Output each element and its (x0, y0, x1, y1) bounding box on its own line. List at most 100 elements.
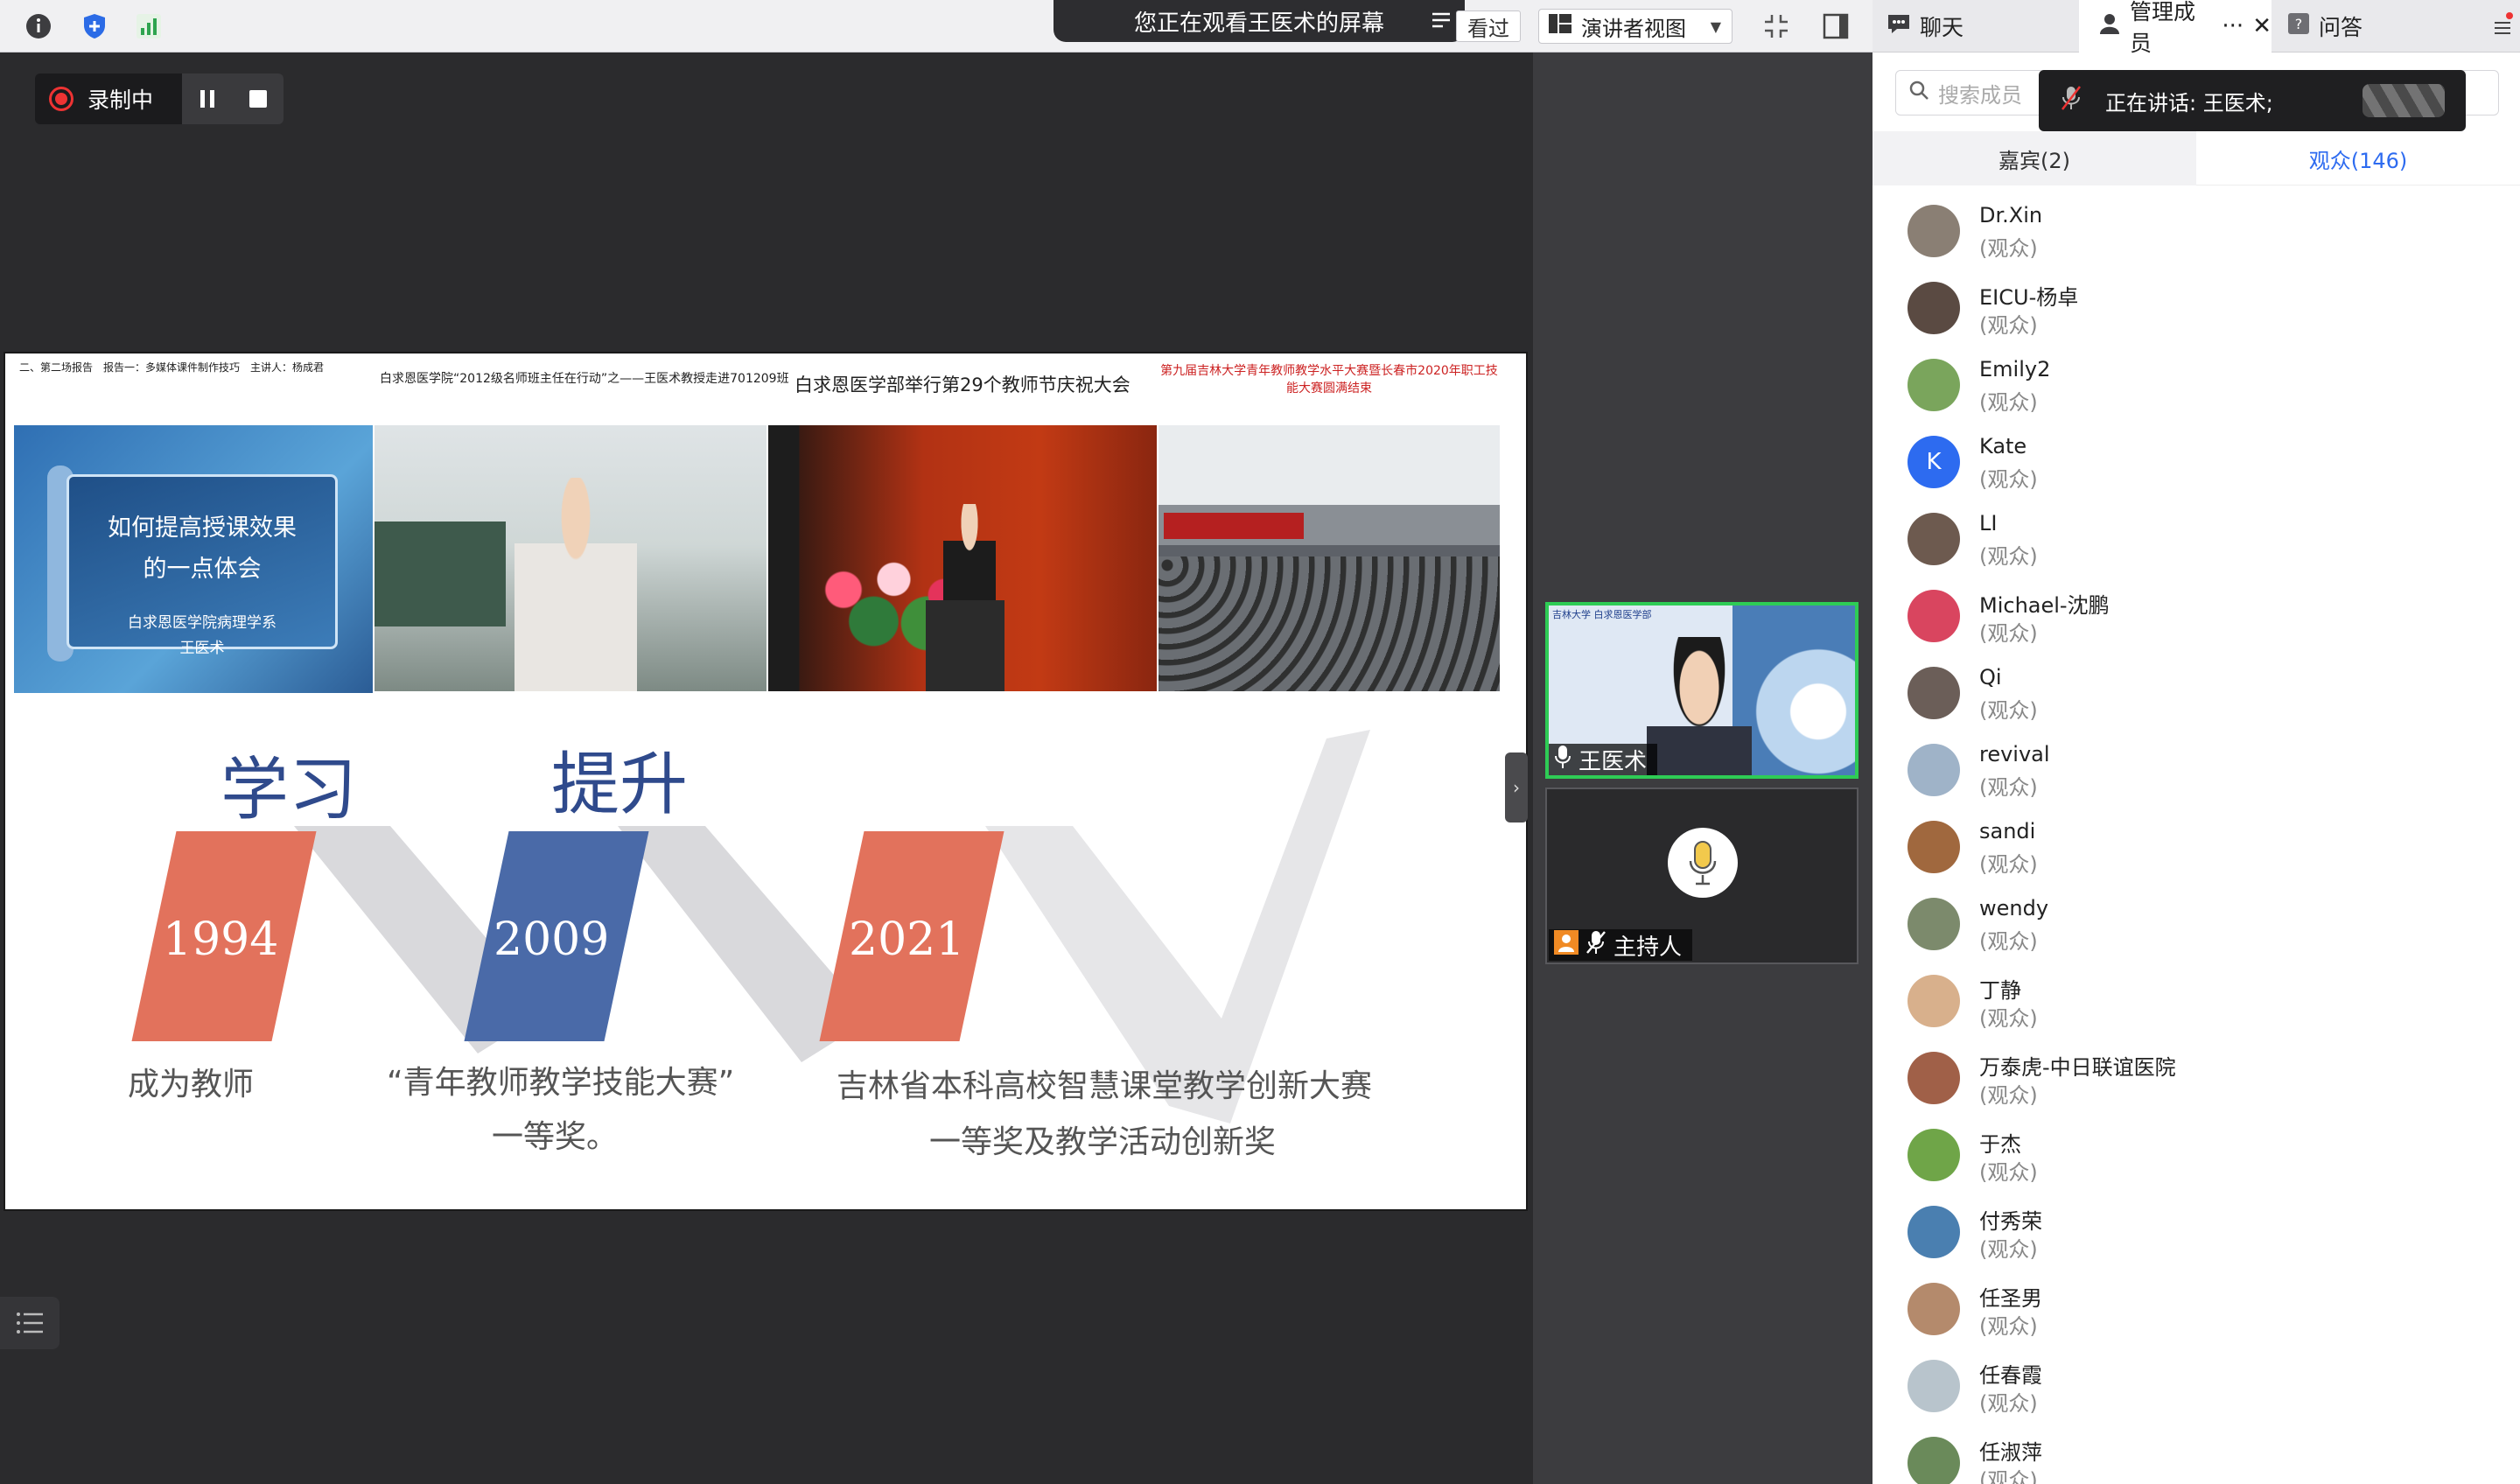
speaker-video-tile[interactable]: 吉林大学 白求恩医学部 王医术 (1545, 602, 1858, 779)
photo1-line-4: 王医术 (179, 640, 225, 657)
tab-manage-members[interactable]: 管理成员 ··· ✕ (2079, 0, 2272, 56)
sidebar-toggle-icon[interactable] (1820, 10, 1852, 42)
member-name: 丁静 (1979, 978, 2021, 1003)
member-role: (观众) (1979, 1468, 2038, 1484)
mic-on-icon (1554, 745, 1572, 775)
speaker-name-tag: 王医术 (1549, 744, 1658, 775)
member-name: 任淑萍 (1979, 1440, 2042, 1465)
member-name: 付秀荣 (1979, 1209, 2042, 1234)
lecture-title-photo: 如何提高授课效果 的一点体会 白求恩医学院病理学系 王医术 (14, 425, 373, 693)
slide-caption-2: 白求恩医学院“2012级名师班主任在行动”之——王医术教授走进701209班 (380, 372, 789, 386)
podium (926, 600, 1004, 691)
member-row[interactable]: LI (观众) (1872, 504, 2520, 581)
member-name: 于杰 (1979, 1132, 2021, 1157)
avatar: K (1908, 436, 1960, 488)
member-row[interactable]: 任淑萍 (观众) (1872, 1428, 2520, 1484)
speaker-figure (943, 504, 996, 609)
more-icon[interactable]: ··· (2222, 13, 2244, 39)
milestone-desc-2021-line2: 一等奖及教学活动创新奖 (929, 1124, 1277, 1160)
member-role: (观众) (1979, 236, 2038, 261)
host-name: 主持人 (1614, 934, 1683, 961)
milestone-year-1994: 1994 (163, 914, 279, 966)
photo1-line-3: 白求恩医学院病理学系 (128, 614, 276, 632)
contest-hall-photo (1158, 425, 1500, 691)
member-role: (观众) (1979, 313, 2038, 338)
tab-chat[interactable]: 聊天 (1886, 0, 1964, 52)
member-row[interactable]: revival (观众) (1872, 735, 2520, 812)
speaking-text: 正在讲话: 王医术; (2105, 90, 2273, 116)
member-role: (观众) (1979, 1314, 2038, 1339)
member-row[interactable]: 任圣男 (观众) (1872, 1274, 2520, 1351)
speaking-toast: 正在讲话: 王医术; (2039, 70, 2466, 131)
member-row[interactable]: 于杰 (观众) (1872, 1120, 2520, 1197)
signal-bars-icon[interactable] (133, 10, 164, 42)
tab-guests[interactable]: 嘉宾(2) (1872, 131, 2196, 186)
stop-recording-button[interactable] (233, 74, 284, 124)
mic-muted-icon (1586, 930, 1606, 961)
banner-text: 您正在观看王医术的屏幕 (1133, 10, 1384, 37)
member-name: Kate (1979, 434, 2027, 458)
tab-qa[interactable]: ? 问答 (2287, 0, 2362, 52)
classroom-photo (374, 425, 766, 691)
member-name: 任圣男 (1979, 1286, 2042, 1311)
member-row[interactable]: 丁静 (观众) (1872, 966, 2520, 1043)
list-menu-button[interactable] (0, 1297, 60, 1349)
member-row[interactable]: 万泰虎-中日联谊医院 (观众) (1872, 1043, 2520, 1120)
member-row[interactable]: 付秀荣 (观众) (1872, 1197, 2520, 1274)
heading-learn: 学习 (220, 751, 358, 830)
member-row[interactable]: wendy (观众) (1872, 889, 2520, 966)
member-row[interactable]: K Kate (观众) (1872, 427, 2520, 504)
member-row[interactable]: 任春霞 (观众) (1872, 1351, 2520, 1428)
member-name: Emily2 (1979, 357, 2051, 382)
host-video-tile[interactable]: 主持人 (1545, 788, 1858, 964)
audio-only-icon (1668, 828, 1738, 898)
search-icon (1908, 80, 1929, 106)
view-mode-label: 演讲者视图 (1581, 16, 1686, 41)
member-row[interactable]: Dr.Xin (观众) (1872, 196, 2520, 273)
avatar (1908, 821, 1960, 873)
member-role: (观众) (1979, 775, 2038, 800)
member-row[interactable]: Qi (观众) (1872, 658, 2520, 735)
viewed-chip[interactable]: 看过 (1456, 10, 1521, 42)
member-role: (观众) (1979, 929, 2038, 954)
close-icon[interactable]: ✕ (2252, 13, 2272, 39)
screen-share-banner: 您正在观看王医术的屏幕 (1054, 0, 1465, 42)
member-role: (观众) (1979, 621, 2038, 646)
avatar (1908, 1283, 1960, 1335)
tab-chat-label: 聊天 (1920, 15, 1964, 40)
tab-audience[interactable]: 观众(146) (2196, 131, 2520, 186)
member-role: (观众) (1979, 698, 2038, 723)
info-icon[interactable] (23, 10, 54, 42)
teacher-figure (514, 478, 637, 691)
member-row[interactable]: EICU-杨卓 (观众) (1872, 273, 2520, 350)
member-list[interactable]: Dr.Xin (观众) EICU-杨卓 (观众) Emily2 (观众) K Kate (观众)… (1872, 196, 2520, 1484)
avatar (1908, 205, 1960, 257)
avatar (1908, 1437, 1960, 1484)
menu-icon[interactable] (1430, 9, 1452, 38)
view-mode-select[interactable]: 演讲者视图 ▼ (1538, 9, 1732, 44)
member-name: sandi (1979, 819, 2036, 844)
member-role: (观众) (1979, 544, 2038, 569)
chevron-down-icon: ▼ (1710, 18, 1721, 35)
speaker-tile-header: 吉林大学 白求恩医学部 (1552, 609, 1652, 620)
panel-menu-icon[interactable] (2492, 12, 2513, 42)
member-row[interactable]: Michael-沈鹏 (观众) (1872, 581, 2520, 658)
member-row[interactable]: Emily2 (观众) (1872, 350, 2520, 427)
speaker-name: 王医术 (1578, 748, 1648, 775)
pause-recording-button[interactable] (182, 74, 233, 124)
collapse-video-handle[interactable]: › (1505, 752, 1528, 822)
shared-screen-slide: 二、第二场报告 报告一：多媒体课件制作技巧 主讲人：杨成君 白求恩医学院“201… (5, 354, 1526, 1209)
member-name: 万泰虎-中日联谊医院 (1979, 1055, 2176, 1080)
photo1-line-1: 如何提高授课效果 (108, 514, 297, 542)
audience-crowd (1158, 556, 1500, 691)
milestone-desc-2021-line1: 吉林省本科高校智慧课堂教学创新大赛 (836, 1068, 1373, 1104)
milestone-year-2021: 2021 (849, 914, 965, 966)
member-name: wendy (1979, 896, 2049, 920)
exit-fullscreen-icon[interactable] (1760, 10, 1792, 42)
avatar (1908, 1360, 1960, 1412)
avatar (1908, 898, 1960, 950)
milestone-desc-2009-line2: 一等奖。 (492, 1119, 619, 1155)
member-role: (观众) (1979, 852, 2038, 877)
member-row[interactable]: sandi (观众) (1872, 812, 2520, 889)
shield-icon[interactable] (79, 10, 110, 42)
